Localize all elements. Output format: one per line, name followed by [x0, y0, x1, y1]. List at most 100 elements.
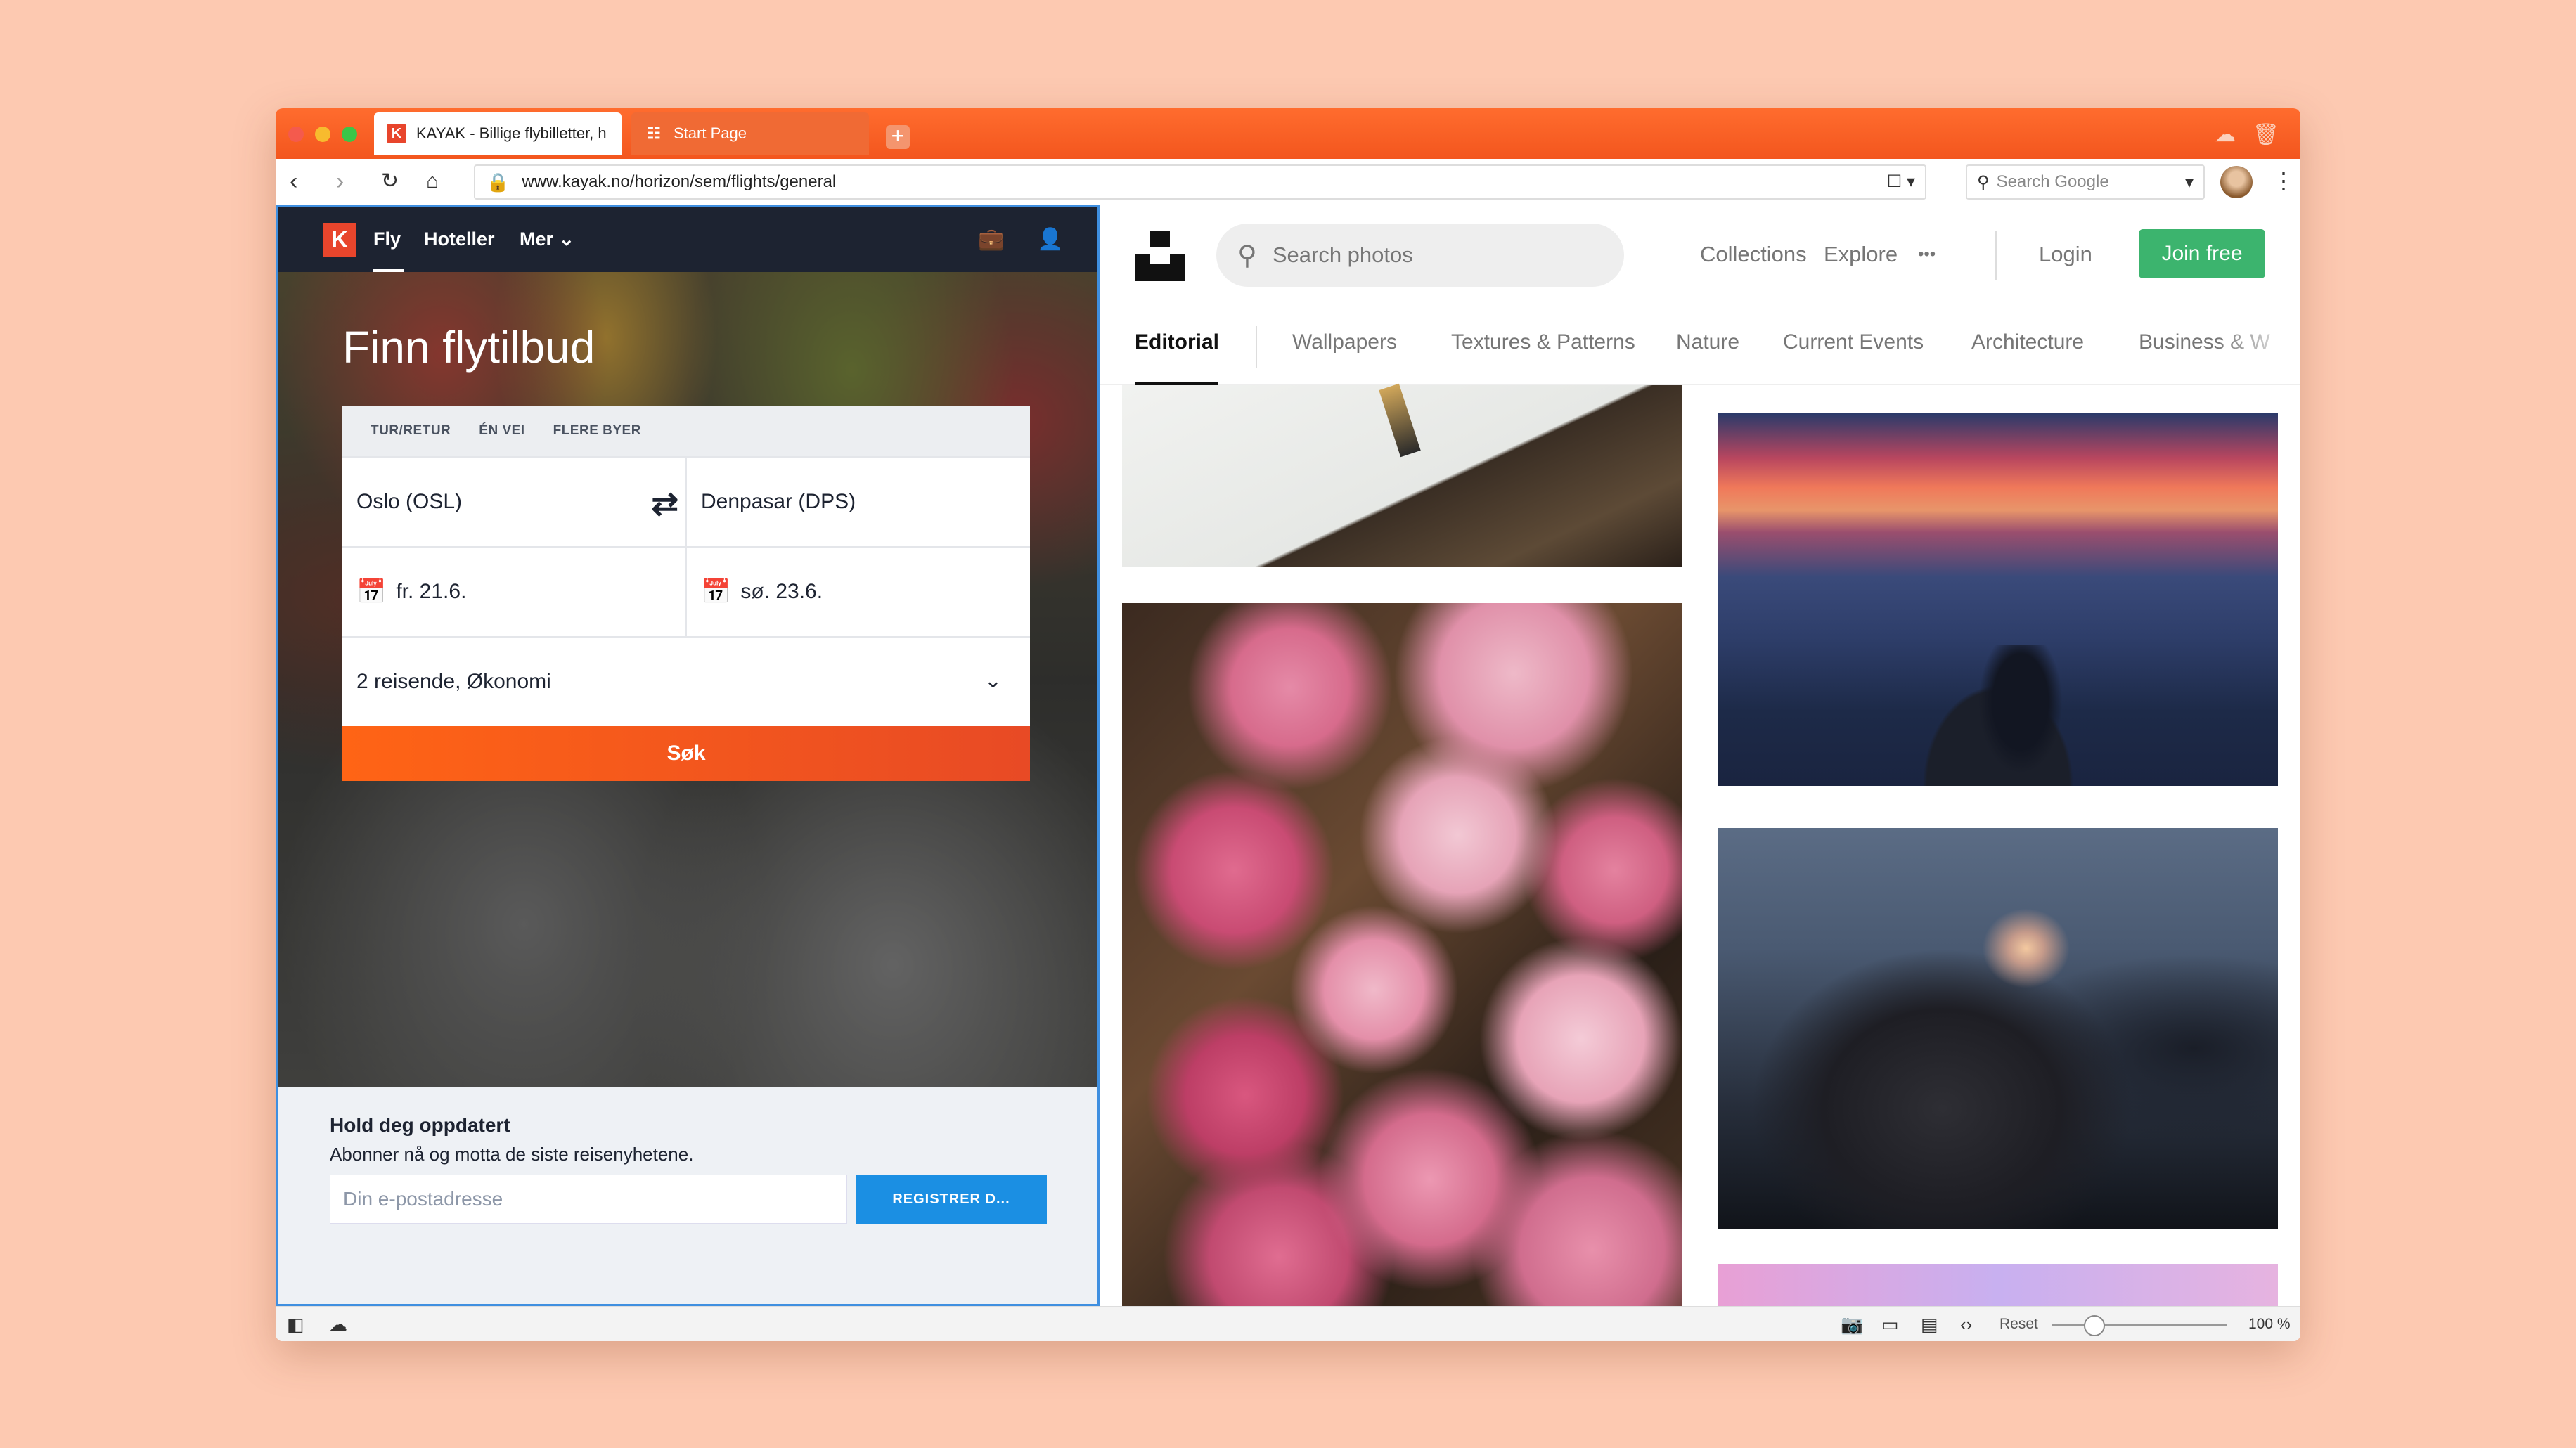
home-icon[interactable]: ⌂ — [426, 169, 439, 194]
depart-date-value: fr. 21.6. — [396, 580, 467, 603]
photo-sunset-clouds[interactable] — [1718, 413, 2278, 786]
destination-field[interactable]: Denpasar (DPS) — [685, 458, 1030, 546]
zoom-level: 100 % — [2248, 1316, 2291, 1332]
forward-icon[interactable]: › — [336, 169, 344, 194]
chevron-down-icon[interactable]: ▾ — [2185, 172, 2194, 193]
camera-icon[interactable]: 📷 — [1841, 1314, 1863, 1336]
search-icon: ⚲ — [1237, 240, 1257, 271]
nav-item-mer[interactable]: Mer ⌄ — [520, 228, 574, 250]
user-icon[interactable]: 👤 — [1037, 227, 1063, 252]
more-icon[interactable]: ••• — [1918, 245, 1936, 264]
code-icon[interactable]: ‹› — [1960, 1314, 1972, 1336]
trip-type-tabs: TUR/RETUR ÉN VEI FLERE BYER — [342, 406, 1030, 456]
email-field[interactable]: Din e-postadresse — [330, 1175, 847, 1224]
trash-icon[interactable]: 🗑 — [2253, 122, 2279, 147]
travelers-value: 2 reisende, Økonomi — [356, 670, 551, 693]
photo-castle[interactable] — [1718, 828, 2278, 1229]
close-window-button[interactable] — [288, 127, 304, 142]
category-fade — [2216, 301, 2300, 384]
explore-link[interactable]: Explore — [1824, 242, 1898, 267]
tab-title: Start Page — [674, 124, 747, 142]
page-title: Finn flytilbud — [342, 322, 595, 373]
travelers-field[interactable]: 2 reisende, Økonomi ⌄ — [342, 638, 1030, 726]
nav-item-fly[interactable]: Fly — [373, 228, 401, 250]
url-text: www.kayak.no/horizon/sem/flights/general — [522, 172, 837, 191]
nav-item-hoteller[interactable]: Hoteller — [424, 228, 495, 250]
category-textures[interactable]: Textures & Patterns — [1451, 330, 1635, 354]
category-current-events[interactable]: Current Events — [1783, 330, 1924, 354]
kayak-panel: K Fly Hoteller Mer ⌄ 💼 👤 Finn flytilbud … — [276, 205, 1100, 1306]
search-engine-field[interactable]: ⚲ Search Google ▾ — [1966, 164, 2205, 200]
calendar-icon: 📅 — [701, 578, 731, 605]
new-tab-button[interactable]: + — [886, 124, 910, 149]
unsplash-logo[interactable] — [1135, 231, 1185, 281]
destination-value: Denpasar (DPS) — [701, 490, 856, 513]
search-button[interactable]: Søk — [342, 726, 1030, 781]
newsletter-section: Hold deg oppdatert Abonner nå og motta d… — [278, 1087, 1097, 1304]
unsplash-panel: ⚲ Search photos Collections Explore ••• … — [1100, 205, 2300, 1306]
category-architecture[interactable]: Architecture — [1971, 330, 2084, 354]
join-button[interactable]: Join free — [2139, 229, 2265, 278]
collections-link[interactable]: Collections — [1700, 242, 1807, 267]
photo-pen[interactable] — [1122, 385, 1682, 567]
zoom-reset-button[interactable]: Reset — [1999, 1316, 2038, 1333]
address-bar: ‹ › ↻ ⌂ 🔒 www.kayak.no/horizon/sem/fligh… — [276, 159, 2300, 205]
kayak-nav: K Fly Hoteller Mer ⌄ 💼 👤 — [278, 207, 1097, 272]
search-engine-placeholder: Search Google — [1996, 172, 2109, 191]
tab-title: KAYAK - Billige flybilletter, h — [416, 124, 607, 142]
category-divider — [1256, 326, 1257, 368]
tab-flere-byer[interactable]: FLERE BYER — [553, 423, 641, 439]
image-icon[interactable]: ▤ — [1921, 1314, 1938, 1336]
category-nature[interactable]: Nature — [1676, 330, 1739, 354]
search-placeholder: Search photos — [1272, 243, 1413, 267]
start-page-favicon-icon: ☷ — [647, 124, 661, 142]
panel-toggle-icon[interactable]: ◧ — [287, 1314, 304, 1336]
zoom-slider[interactable] — [2052, 1324, 2227, 1326]
tab-start-page[interactable]: ☷ Start Page — [631, 112, 869, 155]
back-icon[interactable]: ‹ — [290, 169, 297, 194]
cloud-icon[interactable]: ☁ — [2215, 122, 2236, 147]
zoom-window-button[interactable] — [342, 127, 357, 142]
briefcase-icon[interactable]: 💼 — [978, 227, 1004, 252]
depart-date-field[interactable]: 📅 fr. 21.6. — [342, 548, 685, 636]
window-icon[interactable]: ▭ — [1881, 1314, 1899, 1336]
status-bar: ◧ ☁ 📷 ▭ ▤ ‹› Reset 100 % — [276, 1306, 2300, 1341]
tab-bar: K KAYAK - Billige flybilletter, h ☷ Star… — [276, 108, 2300, 159]
tab-tur-retur[interactable]: TUR/RETUR — [371, 423, 451, 439]
lock-icon: 🔒 — [487, 171, 510, 193]
search-input[interactable]: ⚲ Search photos — [1216, 224, 1624, 287]
login-link[interactable]: Login — [2039, 242, 2092, 267]
category-wallpapers[interactable]: Wallpapers — [1292, 330, 1397, 354]
reload-icon[interactable]: ↻ — [381, 169, 399, 194]
photo-peonies[interactable] — [1122, 603, 1682, 1306]
minimize-window-button[interactable] — [315, 127, 330, 142]
tab-kayak[interactable]: K KAYAK - Billige flybilletter, h — [374, 112, 622, 155]
url-field[interactable]: 🔒 www.kayak.no/horizon/sem/flights/gener… — [474, 164, 1926, 200]
zoom-slider-knob[interactable] — [2084, 1315, 2105, 1336]
kayak-logo[interactable]: K — [323, 223, 356, 257]
bookmark-icon[interactable]: ☐ ▾ — [1887, 172, 1915, 192]
origin-field[interactable]: Oslo (OSL) ⇄ — [342, 458, 685, 546]
browser-window: K KAYAK - Billige flybilletter, h ☷ Star… — [276, 108, 2300, 1341]
calendar-icon: 📅 — [356, 578, 387, 605]
header-divider — [1995, 231, 1997, 280]
unsplash-header: ⚲ Search photos Collections Explore ••• … — [1100, 205, 2300, 301]
return-date-value: sø. 23.6. — [740, 580, 823, 603]
swap-icon[interactable]: ⇄ — [651, 484, 678, 522]
menu-icon[interactable]: ⋮ — [2272, 167, 2295, 194]
category-editorial[interactable]: Editorial — [1135, 330, 1219, 354]
category-nav: Editorial Wallpapers Textures & Patterns… — [1100, 301, 2300, 385]
flight-search-form: TUR/RETUR ÉN VEI FLERE BYER Oslo (OSL) ⇄… — [342, 406, 1030, 781]
newsletter-title: Hold deg oppdatert — [330, 1114, 510, 1136]
newsletter-subtitle: Abonner nå og motta de siste reisenyhete… — [330, 1144, 694, 1165]
user-avatar[interactable] — [2220, 166, 2253, 198]
photo-pink-sky[interactable] — [1718, 1264, 2278, 1306]
search-icon: ⚲ — [1977, 172, 1990, 192]
chevron-down-icon: ⌄ — [984, 669, 1002, 692]
kayak-favicon-icon: K — [387, 124, 406, 143]
return-date-field[interactable]: 📅 sø. 23.6. — [685, 548, 1030, 636]
register-button[interactable]: REGISTRER D... — [856, 1175, 1047, 1224]
sync-cloud-icon[interactable]: ☁ — [329, 1314, 347, 1336]
origin-value: Oslo (OSL) — [356, 490, 463, 513]
tab-en-vei[interactable]: ÉN VEI — [479, 423, 524, 439]
